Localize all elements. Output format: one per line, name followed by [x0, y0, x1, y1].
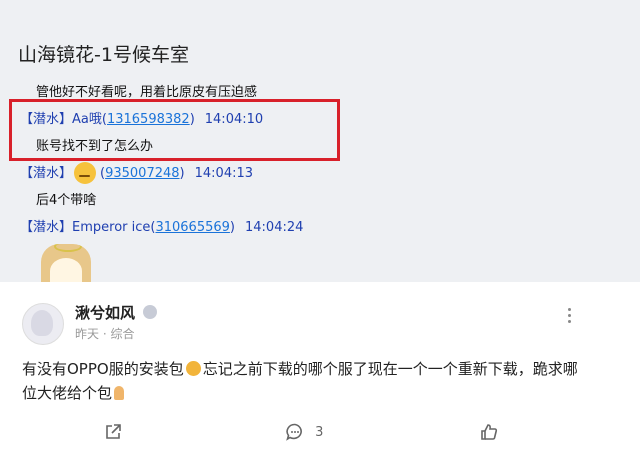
- avatar[interactable]: [22, 303, 64, 345]
- more-options-icon[interactable]: [568, 308, 572, 324]
- chat-message: 后4个带啥: [36, 193, 97, 208]
- chat-message: 管他好不好看呢，用着比原皮有压迫感: [36, 85, 258, 100]
- qq-link[interactable]: 310665569: [155, 220, 229, 235]
- share-button[interactable]: [103, 422, 123, 442]
- message-time: 14:04:13: [194, 166, 254, 181]
- pray-hands-icon: [114, 386, 125, 400]
- comment-count: 3: [315, 424, 324, 440]
- thumbs-up-icon: [481, 424, 498, 440]
- like-button[interactable]: [479, 422, 499, 442]
- comment-button[interactable]: 3: [285, 422, 323, 442]
- qq-link[interactable]: 935007248: [105, 166, 179, 181]
- post-content: 有没有OPPO服的安装包 忘记之前下载的哪个服了现在一个一个重新下载，跪求哪位大佬…: [22, 360, 578, 402]
- sad-face-icon: [185, 361, 201, 376]
- share-icon: [106, 424, 121, 439]
- forum-post: 湫兮如风 昨天 · 综合 有没有OPPO服的安装包 忘记之前下载的哪个服了现在一个…: [0, 282, 640, 463]
- message-time: 14:04:24: [245, 220, 304, 235]
- username[interactable]: 湫兮如风: [75, 302, 135, 323]
- group-chat-panel: 山海镜花-1号候车室 管他好不好看呢，用着比原皮有压迫感 【潜水】Aa哦(131…: [0, 0, 640, 284]
- post-meta: 昨天 · 综合: [75, 327, 135, 341]
- level-badge-icon: [143, 305, 157, 319]
- member-tag: 【潜水】: [20, 166, 73, 181]
- message-header: 【潜水】Emperor ice(310665569) 14:04:24: [20, 220, 304, 235]
- sweat-face-icon: [74, 161, 97, 184]
- chat-title: 山海镜花-1号候车室: [18, 44, 189, 66]
- member-tag: 【潜水】: [20, 220, 73, 235]
- comment-icon: [286, 423, 302, 441]
- angel-dog-sticker-icon: [41, 244, 91, 284]
- highlight-box: [9, 99, 340, 161]
- sender-name[interactable]: Emperor ice: [72, 220, 150, 235]
- message-header: 【潜水】 (935007248) 14:04:13: [20, 161, 254, 185]
